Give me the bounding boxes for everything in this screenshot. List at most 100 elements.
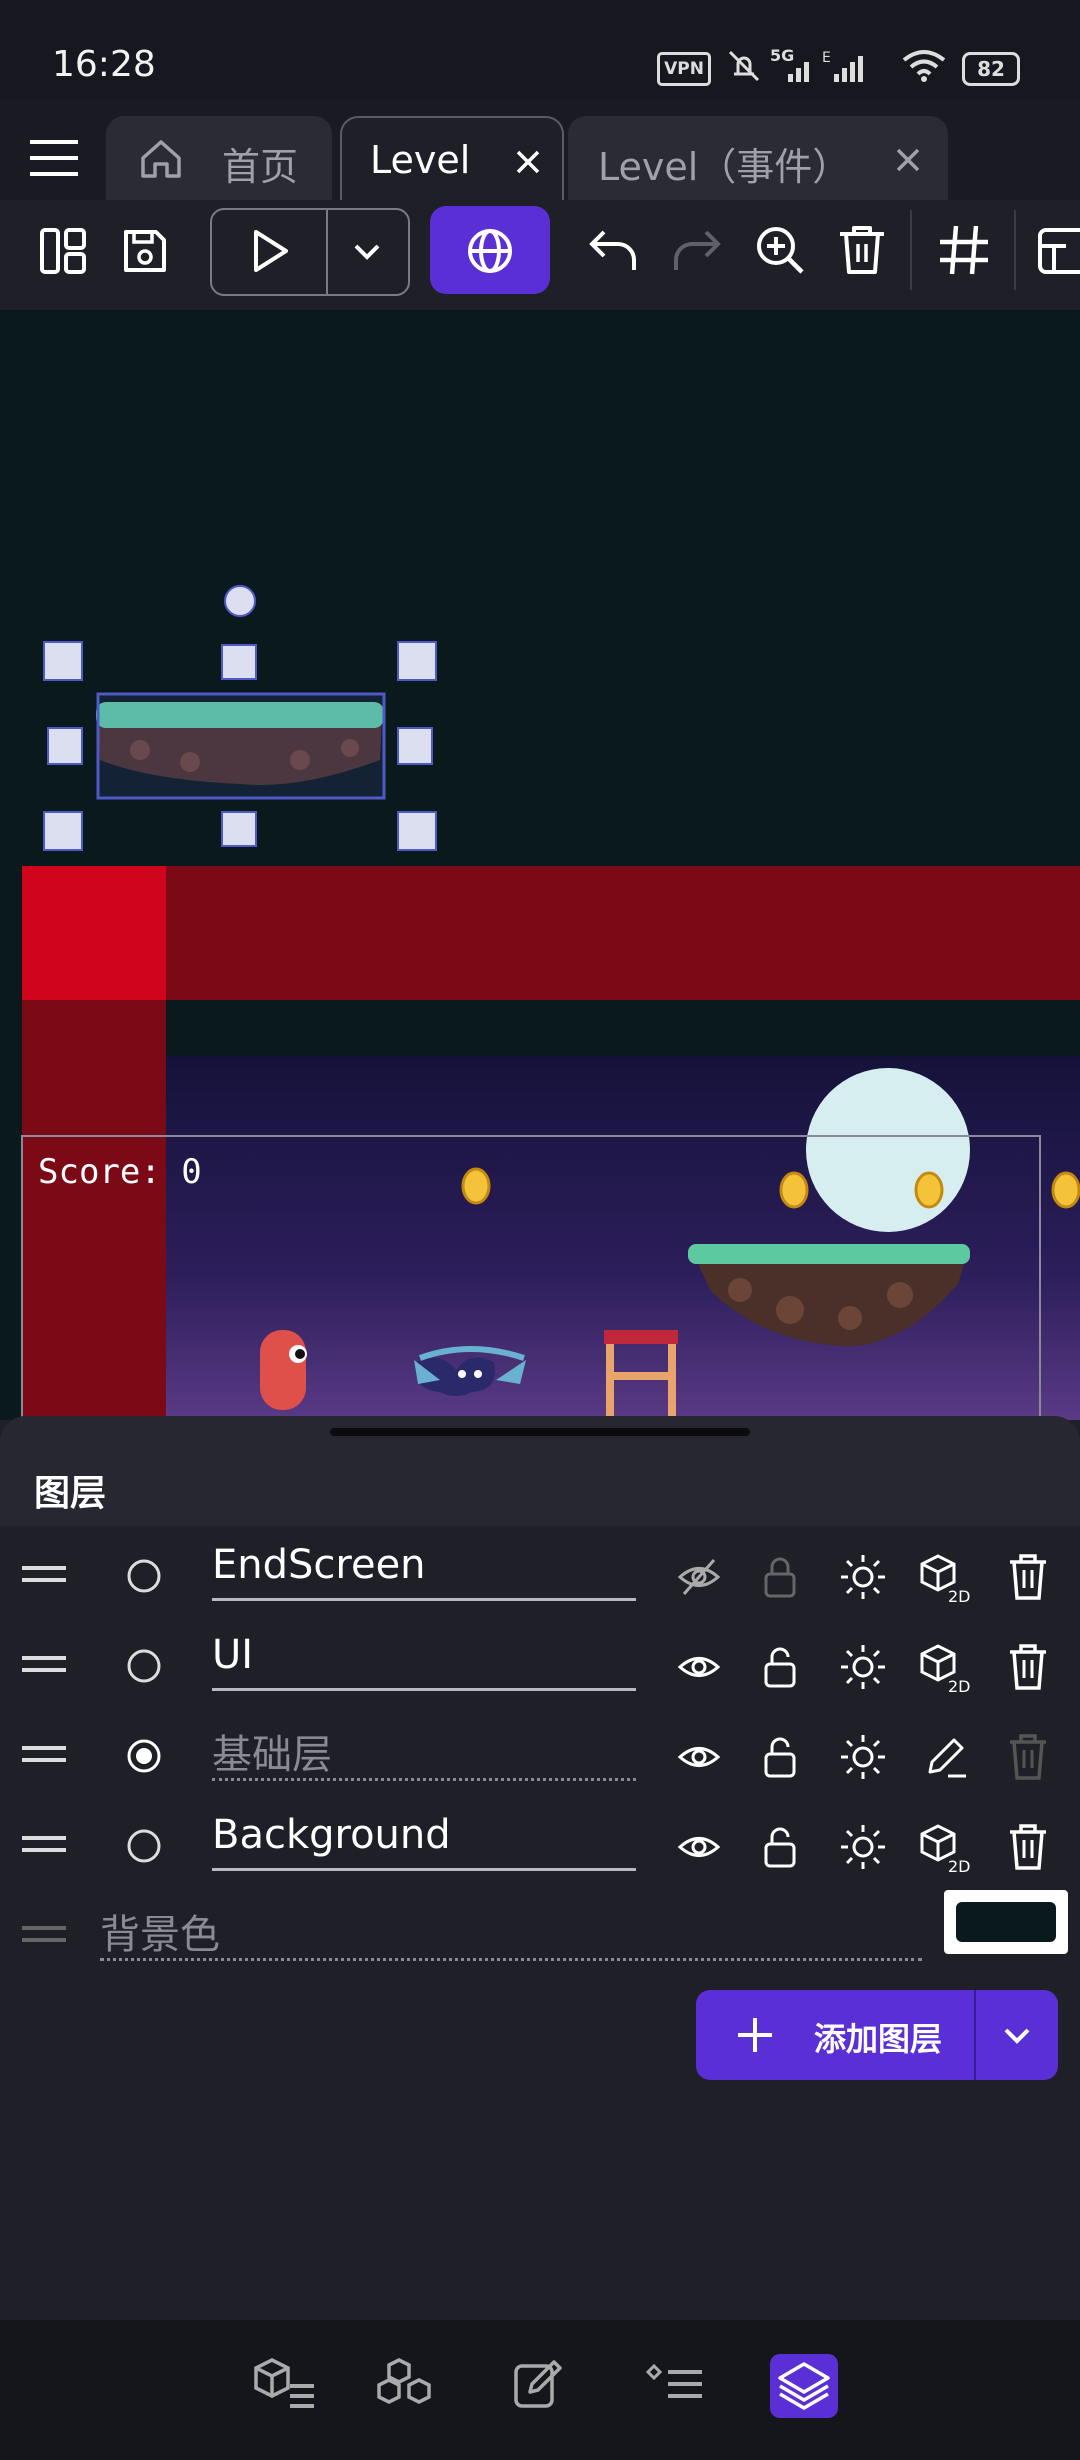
- eye-icon[interactable]: [676, 1734, 722, 1780]
- layer-name-underline: [212, 1868, 636, 1871]
- layer-name[interactable]: 基础层: [212, 1722, 332, 1780]
- eye-off-icon[interactable]: [676, 1554, 722, 1600]
- drag-handle[interactable]: [330, 1428, 750, 1436]
- layer-name[interactable]: UI: [212, 1632, 253, 1678]
- coin[interactable]: [461, 1167, 491, 1205]
- layer-name-underline: [212, 1688, 636, 1691]
- light-icon[interactable]: [838, 1822, 888, 1872]
- chevron-down-icon[interactable]: [350, 236, 384, 266]
- redo-icon[interactable]: [668, 222, 724, 278]
- layout-icon[interactable]: [38, 226, 88, 276]
- 3d-2d-toggle-icon[interactable]: 2D: [918, 1642, 976, 1694]
- light-icon[interactable]: [838, 1552, 888, 1602]
- vpn-badge: VPN: [657, 52, 711, 86]
- layer-name-underline: [212, 1778, 636, 1781]
- add-layer-button[interactable]: 添加图层: [696, 1990, 1058, 2080]
- undo-icon[interactable]: [586, 222, 642, 278]
- radio-unselected-icon[interactable]: [124, 1826, 164, 1866]
- lock-icon[interactable]: [760, 1554, 800, 1600]
- menu-icon[interactable]: [28, 136, 80, 180]
- tab-home[interactable]: 首页: [106, 116, 332, 200]
- layers-panel-title: 图层: [34, 1473, 107, 1514]
- divider: [974, 1990, 976, 2080]
- objects-list-icon[interactable]: [250, 2354, 320, 2414]
- layers-tab-active[interactable]: [770, 2354, 838, 2418]
- layer-row[interactable]: 基础层: [0, 1710, 1080, 1800]
- eye-icon[interactable]: [676, 1824, 722, 1870]
- wifi-icon: [902, 50, 946, 82]
- trash-icon[interactable]: [1006, 1822, 1050, 1872]
- drag-handle-icon[interactable]: [20, 1830, 68, 1860]
- layers-edit-icon[interactable]: [1036, 224, 1080, 278]
- layer-row[interactable]: Background 2D: [0, 1800, 1080, 1890]
- coin[interactable]: [1051, 1171, 1080, 1209]
- instances-list-icon[interactable]: [640, 2354, 710, 2414]
- network-preview-button[interactable]: [430, 206, 550, 294]
- light-icon[interactable]: [838, 1642, 888, 1692]
- status-bar: 16:28 VPN 5G E 82: [0, 0, 1080, 100]
- red-corner: [22, 866, 166, 1000]
- tab-level[interactable]: Level: [340, 116, 564, 202]
- layer-name-underline: [212, 1598, 636, 1601]
- close-icon[interactable]: [894, 146, 922, 174]
- grid-icon[interactable]: [936, 222, 992, 278]
- coin[interactable]: [914, 1171, 944, 1209]
- radio-selected-icon[interactable]: [124, 1736, 164, 1776]
- scene-editor-canvas[interactable]: Score: 0: [0, 310, 1080, 1420]
- trash-icon[interactable]: [1006, 1552, 1050, 1602]
- add-layer-label: 添加图层: [814, 2020, 943, 2058]
- 3d-2d-toggle-icon[interactable]: 2D: [918, 1822, 976, 1874]
- tab-level-events[interactable]: Level（事件）: [568, 116, 948, 200]
- tab-home-label: 首页: [222, 145, 299, 189]
- drag-handle-icon[interactable]: [20, 1650, 68, 1680]
- layer-row[interactable]: UI 2D: [0, 1620, 1080, 1710]
- chevron-down-icon[interactable]: [1000, 2020, 1034, 2050]
- layer-row[interactable]: EndScreen 2D: [0, 1530, 1080, 1620]
- background-color-row[interactable]: 背景色: [0, 1890, 1080, 1980]
- svg-text:2D: 2D: [948, 1587, 971, 1604]
- background-color-swatch-fill: [956, 1902, 1056, 1942]
- background-color-label: 背景色: [100, 1912, 220, 1958]
- edit-icon[interactable]: [922, 1732, 972, 1782]
- moon: [806, 1068, 970, 1232]
- signal-icon: E: [788, 50, 863, 82]
- unlock-icon[interactable]: [760, 1644, 800, 1690]
- 3d-2d-toggle-icon[interactable]: 2D: [918, 1552, 976, 1604]
- scene-view[interactable]: [0, 310, 1080, 1420]
- save-icon[interactable]: [120, 226, 170, 276]
- close-icon[interactable]: [514, 148, 542, 176]
- score-text[interactable]: Score: 0: [38, 1152, 202, 1192]
- trash-icon[interactable]: [836, 222, 888, 278]
- unlock-icon[interactable]: [760, 1734, 800, 1780]
- light-icon[interactable]: [838, 1732, 888, 1782]
- unlock-icon[interactable]: [760, 1824, 800, 1870]
- radio-unselected-icon[interactable]: [124, 1556, 164, 1596]
- zoom-in-icon[interactable]: [752, 222, 808, 278]
- tab-level-events-label: Level（事件）: [598, 145, 851, 189]
- play-icon[interactable]: [244, 226, 294, 276]
- coin[interactable]: [779, 1171, 809, 1209]
- object-groups-icon[interactable]: [374, 2354, 444, 2414]
- layer-name[interactable]: Background: [212, 1812, 451, 1858]
- tab-level-label: Level: [370, 138, 471, 182]
- player-character[interactable]: [260, 1330, 307, 1410]
- background-color-swatch[interactable]: [944, 1890, 1068, 1954]
- radio-unselected-icon[interactable]: [124, 1646, 164, 1686]
- divider: [326, 208, 328, 294]
- background-color-underline: [100, 1958, 922, 1961]
- trash-icon: [1010, 1734, 1046, 1780]
- drag-handle-icon[interactable]: [20, 1560, 68, 1590]
- selected-platform[interactable]: [96, 692, 386, 800]
- plus-icon: [738, 2018, 772, 2052]
- status-time: 16:28: [52, 44, 156, 85]
- trash-icon[interactable]: [1006, 1642, 1050, 1692]
- left-red-bar: [22, 1000, 166, 1420]
- battery-indicator: 82: [962, 52, 1020, 86]
- mute-bell-icon: [728, 50, 760, 82]
- top-red-bar: [22, 866, 1080, 1000]
- eye-icon[interactable]: [676, 1644, 722, 1690]
- svg-text:2D: 2D: [948, 1857, 971, 1874]
- properties-icon[interactable]: [510, 2354, 570, 2414]
- layer-name[interactable]: EndScreen: [212, 1542, 426, 1588]
- drag-handle-icon[interactable]: [20, 1740, 68, 1770]
